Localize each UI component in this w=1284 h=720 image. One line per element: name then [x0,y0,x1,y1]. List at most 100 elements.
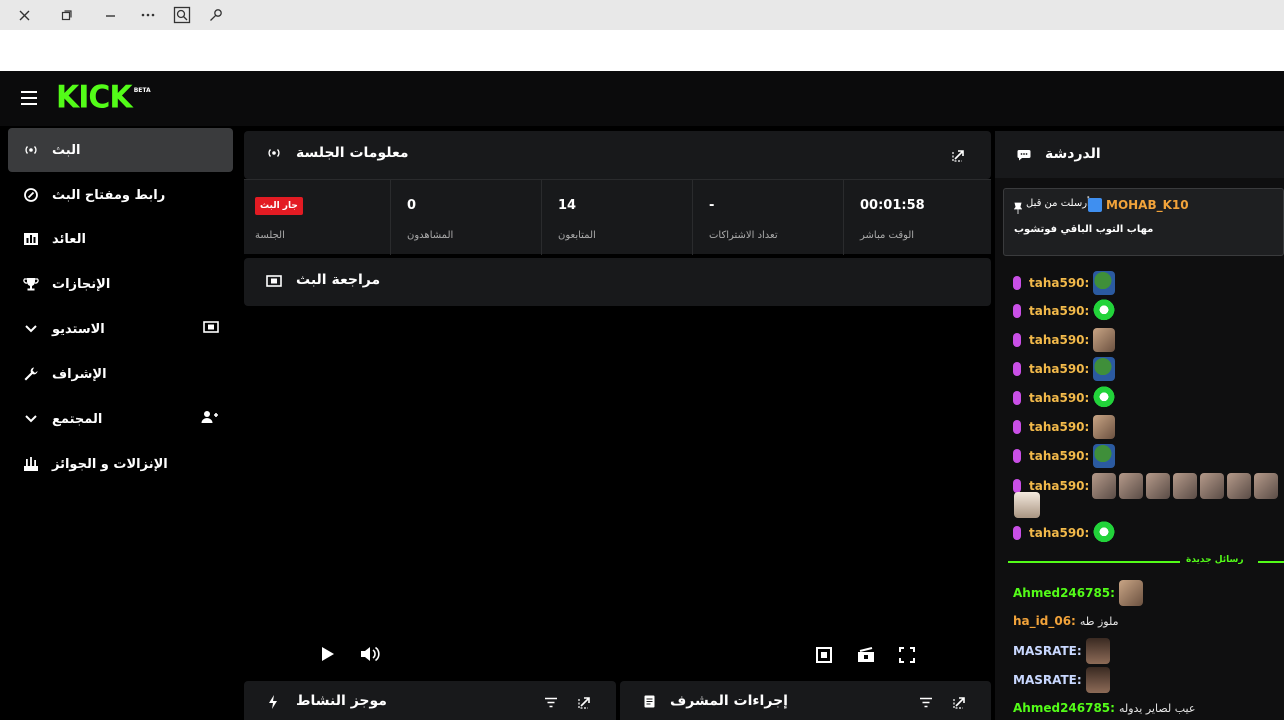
chat-username[interactable]: Ahmed246785: [1013,701,1115,715]
new-messages-label: رسائل جديدة [1186,555,1244,565]
chat-username[interactable]: taha590: [1029,362,1089,376]
chat-username[interactable]: ha_id_06: [1013,614,1076,628]
face-emote-icon [1227,473,1252,499]
chevron-down-icon [22,320,40,338]
pinned-username[interactable]: MOHAB_K10 [1106,198,1189,212]
filter-icon[interactable] [544,697,558,711]
new-messages-divider: رسائل جديدة [1008,555,1284,565]
stat-session: جار البث الجلسة [244,180,390,255]
stat-label: الجلسة [255,230,285,241]
chat-message[interactable]: MASRATE: [1013,638,1110,664]
chart-icon [22,230,40,248]
studio-icon [266,275,282,290]
bolt-icon [268,695,278,712]
chat-username[interactable]: taha590: [1029,391,1089,405]
face-emote-icon [1146,473,1171,499]
chat-username[interactable]: MASRATE: [1013,673,1082,687]
stat-followers: 14 المتابعون [541,180,692,255]
zoom-icon[interactable] [172,5,192,25]
restore-icon[interactable] [56,5,76,25]
close-icon[interactable] [14,5,34,25]
sidebar-item-community[interactable]: المجتمع [8,397,233,441]
chat-username[interactable]: taha590: [1029,333,1089,347]
mic-badge-icon [1013,526,1021,540]
chat-message[interactable]: taha590: [1013,521,1116,545]
menu-icon[interactable] [21,91,37,105]
chat-username[interactable]: taha590: [1029,304,1089,318]
cat-emote-icon [1118,580,1143,606]
chat-message[interactable]: taha590: [1013,357,1116,381]
chat-text: ملوز طه [1079,614,1119,628]
gift-icon [22,455,40,473]
live-badge: جار البث [255,197,303,215]
more-icon[interactable] [138,5,158,25]
sidebar-item-label: الاستديو [52,321,105,337]
beta-badge: BETA [133,87,151,94]
chat-message[interactable]: taha590: [1013,271,1116,295]
kick-logo[interactable]: KICK BETA [56,80,151,116]
theater-icon[interactable] [857,647,875,667]
chat-username[interactable]: MASRATE: [1013,644,1082,658]
broadcast-icon [22,141,40,159]
mic-badge-icon [1013,333,1021,347]
volume-icon[interactable] [360,646,380,666]
sidebar-item-label: البث [52,142,81,158]
key-icon[interactable] [206,5,226,25]
stat-value: 14 [558,198,577,213]
chat-message[interactable]: MASRATE: [1013,667,1110,693]
sidebar-item-achievements[interactable]: الإنجازات [8,262,233,306]
link-icon [22,186,40,204]
mic-badge-icon [1013,391,1021,405]
chat-message[interactable]: taha590: [1013,415,1116,439]
chat-message[interactable]: taha590: [1013,444,1116,468]
ghost-emote-icon [1093,299,1116,323]
pip-icon[interactable] [816,647,832,667]
chat-message[interactable]: taha590: [1013,386,1116,410]
pepe-emote-icon [1093,357,1116,381]
chat-username[interactable]: taha590: [1029,479,1089,493]
chat-message[interactable]: Ahmed246785: [1013,580,1143,606]
ghost-emote-icon [1093,386,1116,410]
popout-icon[interactable] [952,148,966,165]
chat-username[interactable]: taha590: [1029,420,1089,434]
chat-message[interactable]: taha590: [1013,328,1116,352]
fullscreen-icon[interactable] [899,647,915,667]
chat-message[interactable]: ha_id_06: ملوز طه [1013,614,1119,628]
sidebar-item-revenue[interactable]: العائد [8,217,233,261]
chat-message[interactable]: taha590: [1013,299,1116,323]
window-toolbar [0,0,1284,30]
play-icon[interactable] [321,646,335,666]
mic-badge-icon [1013,479,1021,493]
chat-message[interactable]: taha590: [1013,473,1279,499]
studio-icon [203,321,219,337]
chat-username[interactable]: taha590: [1029,526,1089,540]
chat-message[interactable]: Ahmed246785: عيب لصاير يدوله [1013,701,1195,715]
activity-feed-title: موجز النشاط [296,693,387,709]
pinned-message[interactable]: أرسلت من قبل MOHAB_K10 مهاب التوب الباقي… [1003,188,1284,256]
sidebar-item-label: الإشراف [52,366,107,382]
sidebar-item-studio[interactable]: الاستديو [8,307,233,351]
mic-badge-icon [1013,276,1021,290]
pin-icon [1013,199,1023,218]
popout-icon[interactable] [578,695,592,712]
sidebar-item-drops[interactable]: الإنزالات و الجوائز [8,442,233,486]
pinned-sent-by: أرسلت من قبل [1026,198,1090,209]
activity-feed-panel: موجز النشاط [244,681,616,720]
sidebar-item-stream[interactable]: البث [8,128,233,172]
chat-username[interactable]: taha590: [1029,449,1089,463]
sidebar-item-moderation[interactable]: الإشراف [8,352,233,396]
chat-username[interactable]: taha590: [1029,276,1089,290]
sidebar-item-label: الإنزالات و الجوائز [52,456,168,472]
face-emote-icon [1254,473,1279,499]
mic-badge-icon [1013,362,1021,376]
filter-icon[interactable] [919,697,933,711]
stat-live-time: 00:01:58 الوقت مباشر [843,180,991,255]
sidebar-item-stream-key[interactable]: رابط ومفتاح البث [8,173,233,217]
video-player[interactable] [244,307,991,679]
chat-username[interactable]: Ahmed246785: [1013,586,1115,600]
user-badge-icon [1088,198,1102,212]
popout-icon[interactable] [953,695,967,712]
address-area [0,30,1284,71]
minimize-icon[interactable] [100,5,120,25]
document-icon [644,695,655,711]
